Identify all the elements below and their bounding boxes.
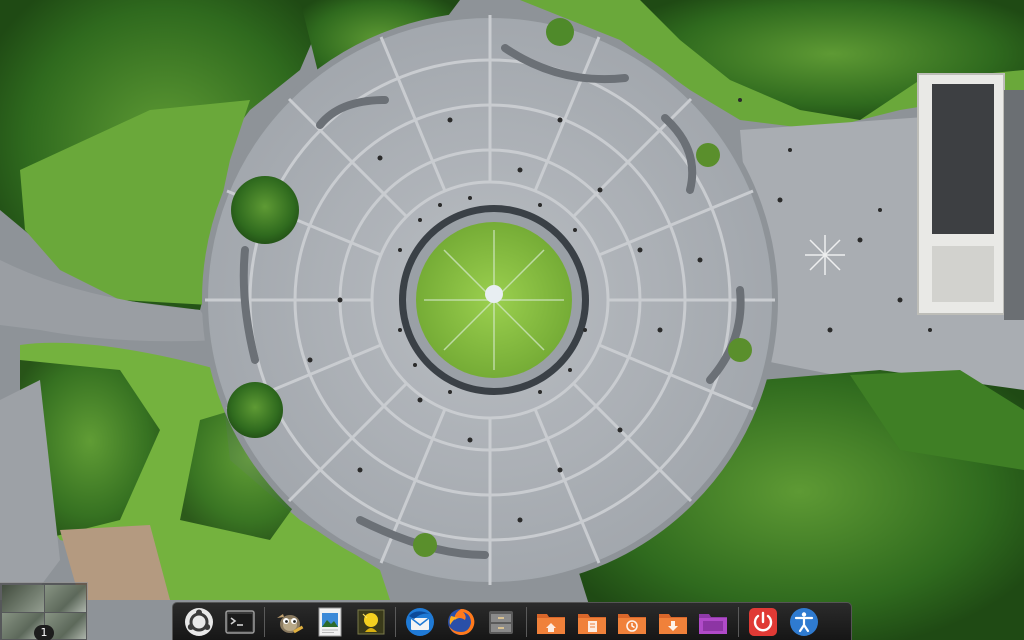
ubuntu-logo-icon [185,607,214,636]
dock [172,602,852,640]
downloads-folder-launcher[interactable] [656,605,690,639]
gimp-icon [277,613,304,633]
documents-folder-launcher[interactable] [575,605,609,639]
home-folder-icon [537,613,566,634]
workspace-switcher[interactable]: 1 [0,582,88,640]
video-folder-launcher[interactable] [696,605,730,639]
dock-separator [737,606,739,637]
gimp-launcher[interactable] [272,605,306,639]
image-viewer-launcher[interactable] [313,605,347,639]
wallpaper-image [0,0,1024,640]
photo-editor-launcher[interactable] [354,605,388,639]
workspace-2[interactable] [44,585,86,612]
workspace-1[interactable] [2,585,44,612]
video-folder-icon [699,613,728,634]
home-folder-launcher[interactable] [534,605,568,639]
file-manager-icon [489,610,514,634]
thunderbird-launcher[interactable] [403,605,437,639]
accessibility-launcher[interactable] [787,605,821,639]
terminal-icon [225,609,255,634]
firefox-icon [447,608,475,635]
dock-separator [264,606,266,637]
workspace-number-badge: 1 [34,625,54,640]
dock-separator [394,606,396,637]
terminal-launcher[interactable] [223,605,257,639]
file-manager-launcher[interactable] [484,605,518,639]
recent-folder-icon [618,613,647,634]
downloads-folder-icon [658,613,687,634]
recent-folder-launcher[interactable] [615,605,649,639]
dock-separator [525,606,527,637]
desktop[interactable]: 1 [0,0,1024,640]
thunderbird-icon [406,607,435,636]
firefox-launcher[interactable] [444,605,478,639]
accessibility-icon [789,607,818,636]
photo-editor-icon [357,609,385,634]
image-viewer-icon [318,607,342,636]
ubuntu-logo-launcher[interactable] [182,605,216,639]
documents-folder-icon [577,613,606,634]
power-icon [749,607,778,636]
power-launcher[interactable] [746,605,780,639]
